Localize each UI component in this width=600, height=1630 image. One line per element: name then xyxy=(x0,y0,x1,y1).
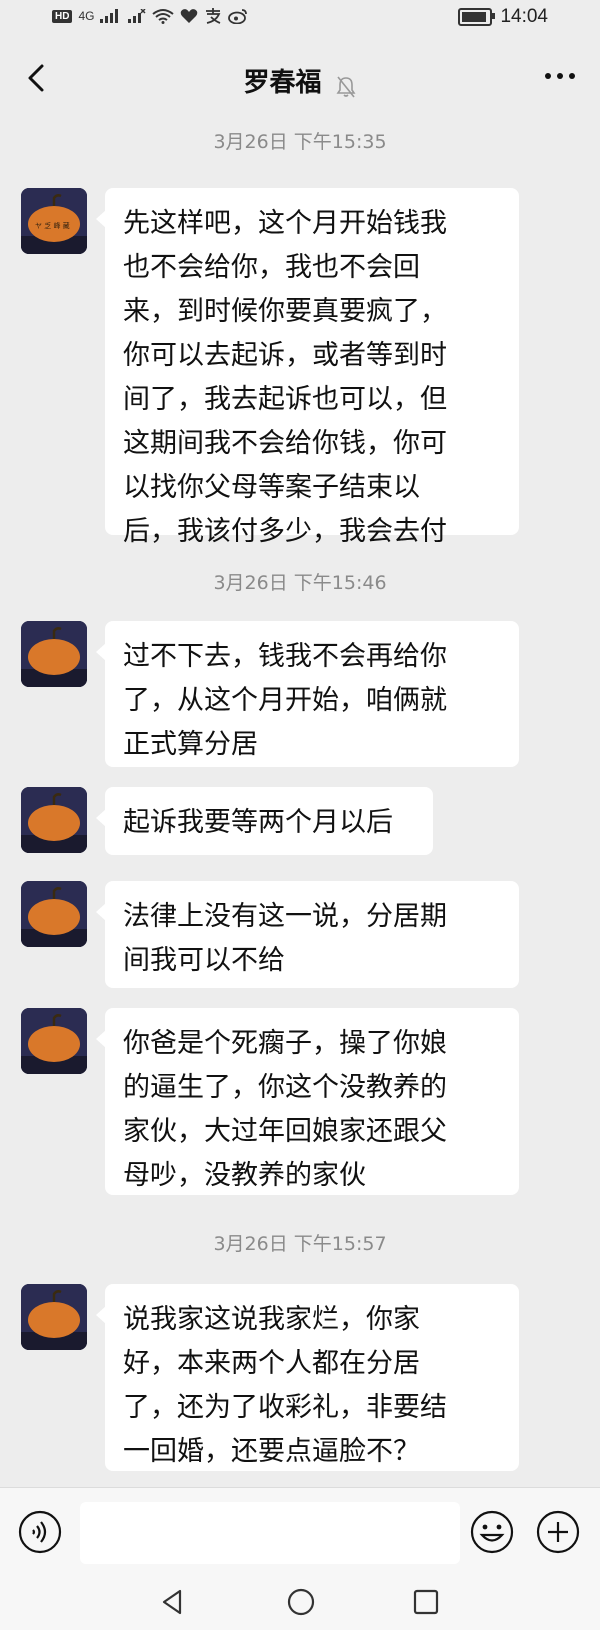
svg-text:ヤ 乏 峰 藏: ヤ 乏 峰 藏 xyxy=(35,221,70,230)
message-bubble[interactable]: 先这样吧，这个月开始钱我 也不会给你，我也不会回 来，到时候你要真要疯了， 你可… xyxy=(96,188,519,547)
battery-icon xyxy=(458,8,496,26)
alipay-icon xyxy=(206,8,221,24)
message-line: 以找你父母等案子结束以 xyxy=(123,472,420,503)
message-line: 后，我该付多少，我会去付 xyxy=(123,516,447,547)
status-bar: HD 4G 14:04 xyxy=(0,0,600,40)
hd-badge: HD xyxy=(52,9,73,23)
system-recents-icon[interactable] xyxy=(412,1588,440,1616)
message-line: 的逼生了，你这个没教养的 xyxy=(123,1072,447,1103)
message-line: 起诉我要等两个月以后 xyxy=(123,807,393,838)
clock: 14:04 xyxy=(500,6,548,27)
message-line: 一回婚，还要点逼脸不？ xyxy=(123,1436,420,1467)
pumpkin-avatar-icon xyxy=(21,881,87,947)
pumpkin-avatar-icon xyxy=(21,621,87,687)
message-line: 了，从这个月开始，咱俩就 xyxy=(123,685,447,716)
input-bar xyxy=(0,1487,600,1574)
message-bubble[interactable]: 你爸是个死瘸子，操了你娘 的逼生了，你这个没教养的 家伙，大过年回娘家还跟父 母… xyxy=(96,1008,519,1195)
message-line: 正式算分居 xyxy=(123,729,258,760)
message-line: 了，还为了收彩礼，非要结 xyxy=(123,1392,447,1423)
message-line: 这期间我不会给你钱，你可 xyxy=(123,428,447,459)
pumpkin-avatar-icon: ヤ 乏 峰 藏 xyxy=(21,188,87,254)
message-bubble[interactable]: 过不下去，钱我不会再给你 了，从这个月开始，咱俩就 正式算分居 xyxy=(96,621,519,767)
message-line: 间了，我去起诉也可以，但 xyxy=(123,384,447,415)
message-line: 过不下去，钱我不会再给你 xyxy=(123,641,447,672)
message-line: 家伙，大过年回娘家还跟父 xyxy=(123,1116,447,1147)
status-right: 14:04 xyxy=(458,6,548,28)
message-bubble[interactable]: 法律上没有这一说，分居期 间我可以不给 xyxy=(96,881,519,988)
contact-avatar[interactable] xyxy=(21,787,87,853)
message-line: 来，到时候你要真要疯了， xyxy=(123,296,447,327)
message-line: 好，本来两个人都在分居 xyxy=(123,1348,420,1379)
mute-bell-icon xyxy=(336,76,356,97)
message-input[interactable] xyxy=(80,1502,460,1564)
contact-avatar[interactable] xyxy=(21,1284,87,1350)
timestamp: 3月26日 下午15:46 xyxy=(213,572,387,594)
contact-avatar[interactable] xyxy=(21,621,87,687)
health-icon xyxy=(181,9,198,23)
more-options-icon[interactable] xyxy=(540,66,580,86)
network-label: 4G xyxy=(78,9,95,23)
message-bubble[interactable]: 起诉我要等两个月以后 xyxy=(96,787,433,855)
message-bubble[interactable]: 说我家这说我家烂，你家 好，本来两个人都在分居 了，还为了收彩礼，非要结 一回婚… xyxy=(96,1284,519,1471)
plus-icon[interactable] xyxy=(536,1510,580,1554)
timestamp: 3月26日 下午15:57 xyxy=(213,1233,387,1255)
title-wrap: 罗春福 xyxy=(0,62,600,99)
weibo-icon xyxy=(228,9,248,24)
contact-avatar[interactable] xyxy=(21,1008,87,1074)
message-line: 说我家这说我家烂，你家 xyxy=(123,1304,420,1335)
wifi-icon xyxy=(152,9,175,24)
message-line: 先这样吧，这个月开始钱我 xyxy=(123,208,447,239)
system-back-icon[interactable] xyxy=(158,1587,188,1617)
message-line: 你爸是个死瘸子，操了你娘 xyxy=(123,1028,447,1059)
pumpkin-avatar-icon xyxy=(21,1284,87,1350)
contact-avatar[interactable] xyxy=(21,881,87,947)
signal-icon xyxy=(100,9,119,23)
contact-name[interactable]: 罗春福 xyxy=(243,68,321,98)
voice-input-icon[interactable] xyxy=(18,1510,62,1554)
system-nav-bar xyxy=(0,1573,600,1630)
pumpkin-avatar-icon xyxy=(21,787,87,853)
message-line: 也不会给你，我也不会回 xyxy=(123,252,420,283)
chat-header: 罗春福 xyxy=(0,40,600,118)
emoji-icon[interactable] xyxy=(470,1510,514,1554)
status-indicators: HD 4G xyxy=(52,8,248,24)
timestamp: 3月26日 下午15:35 xyxy=(213,131,387,153)
pumpkin-avatar-icon xyxy=(21,1008,87,1074)
contact-avatar[interactable]: ヤ 乏 峰 藏 xyxy=(21,188,87,254)
message-line: 法律上没有这一说，分居期 xyxy=(123,901,447,932)
message-line: 母吵，没教养的家伙 xyxy=(123,1160,366,1191)
message-line: 间我可以不给 xyxy=(123,945,285,976)
message-line: 你可以去起诉，或者等到时 xyxy=(123,340,447,371)
system-home-icon[interactable] xyxy=(286,1587,316,1617)
signal-no-sim-icon xyxy=(128,9,146,23)
